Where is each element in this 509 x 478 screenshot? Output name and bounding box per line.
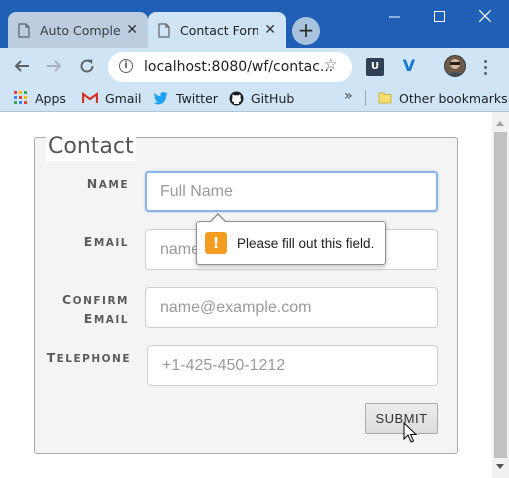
chrome-menu-icon[interactable] [478, 56, 492, 78]
submit-button[interactable]: SUBMIT [365, 403, 438, 434]
telephone-label: TELEPHONE [40, 349, 131, 368]
avatar-icon [447, 59, 463, 76]
info-icon[interactable]: i [119, 59, 133, 73]
address-bar[interactable]: i localhost:8080/wf/contac... [108, 52, 352, 82]
new-tab-button[interactable]: + [292, 17, 320, 45]
bookmarks-bar: Apps Gmail Twitter GitHub » Other bookma… [0, 85, 509, 112]
bookmark-gmail[interactable]: Gmail [82, 85, 141, 111]
tab-title: Auto Complet [40, 22, 121, 38]
bookmark-twitter[interactable]: Twitter [153, 85, 218, 111]
warning-icon: ! [205, 232, 227, 254]
confirm-email-input[interactable] [145, 287, 438, 328]
tab-contact-form[interactable]: Contact Form ✕ [148, 12, 286, 48]
mouse-pointer-icon [403, 422, 417, 443]
name-label-text: NAME [86, 176, 129, 191]
bookmark-label: Apps [35, 90, 66, 106]
validation-tooltip: ! Please fill out this field. [196, 213, 386, 265]
confirm-label-line1: CONFIRM [61, 292, 129, 307]
email-label: EMAIL [60, 233, 129, 252]
forward-arrow-icon [47, 60, 62, 72]
github-icon [229, 91, 244, 106]
browser-window: Auto Complet ✕ Contact Form ✕ + i localh… [0, 0, 509, 478]
bookmark-label: Gmail [105, 90, 142, 106]
back-arrow-icon [14, 60, 29, 72]
confirm-label-line2: EMAIL [83, 311, 129, 326]
form-legend: Contact [46, 133, 136, 161]
telephone-label-text: TELEPHONE [46, 350, 131, 365]
name-label: NAME [60, 175, 129, 194]
close-window-button[interactable] [462, 0, 508, 32]
tab-close-icon[interactable]: ✕ [126, 23, 138, 37]
bookmarks-divider [365, 90, 366, 106]
full-name-input[interactable] [145, 171, 438, 212]
bookmark-label: GitHub [251, 90, 295, 106]
reload-icon [80, 59, 94, 73]
scroll-up-arrow-icon[interactable] [496, 121, 504, 126]
maximize-icon [433, 10, 445, 22]
extension-icon[interactable]: U [366, 58, 384, 76]
twitter-icon [153, 91, 169, 105]
bookmark-star-icon[interactable]: ☆ [324, 57, 337, 72]
back-button[interactable] [10, 54, 34, 78]
reload-button[interactable] [75, 54, 99, 78]
apps-grid-icon [14, 91, 28, 105]
tab-auto-complete[interactable]: Auto Complet ✕ [8, 12, 148, 48]
scrollbar-thumb[interactable] [494, 132, 507, 458]
vuejs-extension-icon[interactable]: V [400, 57, 418, 75]
validation-message: Please fill out this field. [237, 235, 375, 251]
tab-title: Contact Form [180, 22, 259, 38]
profile-avatar[interactable] [444, 55, 466, 77]
minimize-icon [388, 16, 400, 17]
bookmark-github[interactable]: GitHub [229, 85, 294, 111]
forward-button[interactable] [42, 54, 66, 78]
page-content: Contact NAME EMAIL CONFIRM EMAIL TELEPHO… [0, 112, 492, 478]
close-icon [479, 10, 491, 22]
maximize-button[interactable] [416, 0, 462, 32]
vertical-scrollbar[interactable] [492, 112, 509, 478]
title-bar: Auto Complet ✕ Contact Form ✕ + [0, 0, 509, 48]
gmail-icon [82, 92, 98, 104]
telephone-input[interactable] [147, 345, 438, 386]
confirm-email-label: CONFIRM EMAIL [40, 291, 129, 329]
scroll-down-arrow-icon[interactable] [496, 464, 504, 469]
bookmarks-overflow-button[interactable]: » [344, 88, 353, 104]
minimize-button[interactable] [371, 0, 417, 32]
other-bookmarks-label: Other bookmarks [399, 90, 508, 106]
other-bookmarks[interactable]: Other bookmarks [378, 85, 508, 111]
document-icon [18, 22, 30, 38]
bookmark-apps[interactable]: Apps [14, 85, 66, 111]
email-label-text: EMAIL [83, 234, 129, 249]
bookmark-label: Twitter [176, 90, 218, 106]
folder-icon [378, 91, 392, 105]
browser-toolbar: i localhost:8080/wf/contac... ☆ U V [0, 48, 509, 85]
tooltip-arrow-fill [210, 215, 226, 223]
url-text: localhost:8080/wf/contac... [144, 59, 334, 75]
tab-close-icon[interactable]: ✕ [264, 23, 276, 37]
document-icon [158, 22, 170, 38]
